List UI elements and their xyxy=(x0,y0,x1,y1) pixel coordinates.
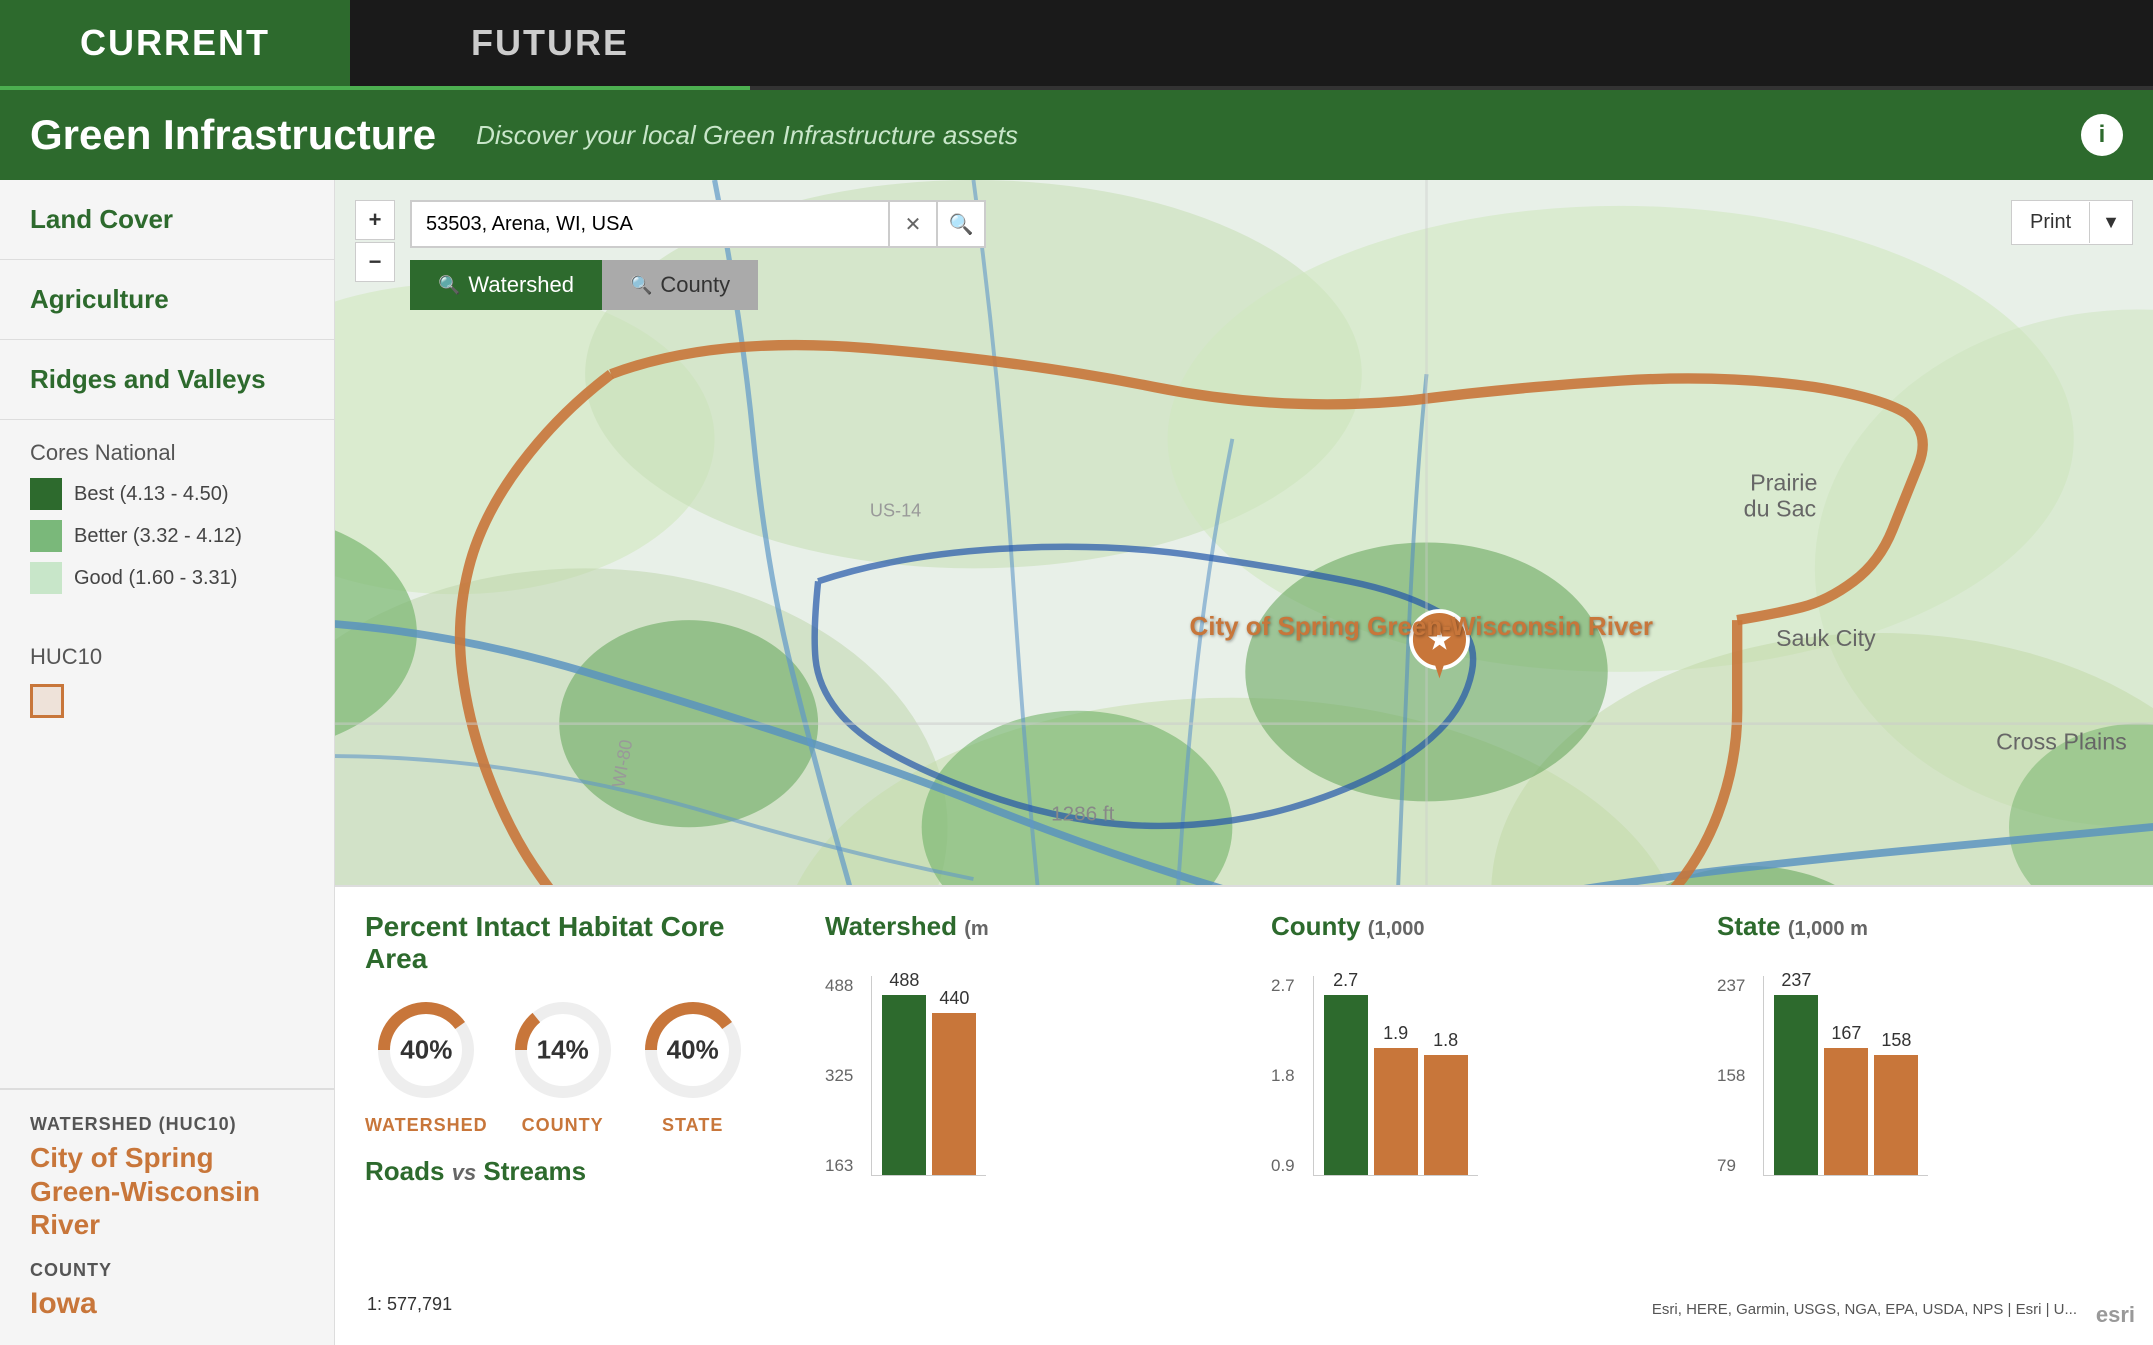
svg-text:du Sac: du Sac xyxy=(1744,496,1817,522)
state-circle: 40% STATE xyxy=(638,995,748,1136)
watershed-label: WATERSHED (HUC10) xyxy=(30,1114,304,1135)
county-circle: 14% COUNTY xyxy=(508,995,618,1136)
huc-box xyxy=(30,684,64,718)
legend: Cores National Best (4.13 - 4.50) Better… xyxy=(0,420,334,624)
roads-vs-streams-title: Roads vs Streams xyxy=(365,1156,785,1187)
map-scale: 1: 577,791 xyxy=(355,1288,464,1321)
scope-buttons: 🔍 Watershed 🔍 County xyxy=(410,260,758,310)
tab-future[interactable]: FUTURE xyxy=(350,0,750,90)
state-percent-value: 40% xyxy=(667,1035,719,1066)
state-bar-section: State (1,000 m 237 158 79 237 xyxy=(1717,911,2123,1321)
county-circle-label: COUNTY xyxy=(522,1115,604,1136)
search-bar: ✕ 🔍 xyxy=(410,200,986,248)
county-name: Iowa xyxy=(30,1287,304,1321)
watershed-circle-label: WATERSHED xyxy=(365,1115,488,1136)
watershed-bar-orange: 440 xyxy=(932,988,976,1175)
county-bar-orange2: 1.8 xyxy=(1424,1030,1468,1175)
svg-text:Cross Plains: Cross Plains xyxy=(1996,729,2127,755)
search-clear-button[interactable]: ✕ xyxy=(890,200,938,248)
tab-current[interactable]: CURRENT xyxy=(0,0,350,90)
zoom-out-button[interactable]: − xyxy=(355,242,395,282)
app-subtitle: Discover your local Green Infrastructure… xyxy=(476,120,2041,151)
huc-title: HUC10 xyxy=(30,644,304,670)
sidebar-item-land-cover[interactable]: Land Cover xyxy=(0,180,334,260)
svg-text:Prairie: Prairie xyxy=(1750,470,1817,496)
watershed-info: WATERSHED (HUC10) City of Spring Green-W… xyxy=(0,1088,334,1345)
legend-color-best xyxy=(30,478,62,510)
map-zoom-controls: + − xyxy=(355,200,395,282)
app-title: Green Infrastructure xyxy=(30,111,436,159)
legend-item-best: Best (4.13 - 4.50) xyxy=(30,478,304,510)
watershed-name: City of Spring Green-Wisconsin River xyxy=(30,1141,304,1242)
search-icon: 🔍 xyxy=(438,275,460,296)
esri-logo: esri xyxy=(2088,1299,2143,1331)
county-y-labels: 2.7 1.8 0.9 xyxy=(1271,976,1303,1176)
county-bar-section: County (1,000 2.7 1.8 0.9 2.7 xyxy=(1271,911,1677,1321)
svg-text:1286 ft: 1286 ft xyxy=(1051,803,1115,826)
county-bar-orange1: 1.9 xyxy=(1374,1023,1418,1175)
legend-color-better xyxy=(30,520,62,552)
search-input[interactable] xyxy=(410,200,890,248)
county-scope-button[interactable]: 🔍 County xyxy=(602,260,758,310)
watershed-bar-section: Watershed (m 488 325 163 488 xyxy=(825,911,1231,1321)
legend-item-good: Good (1.60 - 3.31) xyxy=(30,562,304,594)
county-label: COUNTY xyxy=(30,1260,304,1281)
sidebar-item-agriculture[interactable]: Agriculture xyxy=(0,260,334,340)
map-attribution: Esri, HERE, Garmin, USGS, NGA, EPA, USDA… xyxy=(1646,1298,2083,1321)
search-go-button[interactable]: 🔍 xyxy=(938,200,986,248)
state-bar-orange1: 167 xyxy=(1824,1023,1868,1175)
print-button[interactable]: Print ▼ xyxy=(2011,200,2133,245)
percent-intact-title: Percent Intact Habitat Core Area xyxy=(365,911,785,975)
state-bar-orange2: 158 xyxy=(1874,1030,1918,1175)
map-location-label: City of Spring Green-Wisconsin River xyxy=(1189,611,1653,642)
info-icon[interactable]: i xyxy=(2081,114,2123,156)
svg-text:US-14: US-14 xyxy=(870,501,921,521)
sidebar: Land Cover Agriculture Ridges and Valley… xyxy=(0,180,335,1345)
county-bar-green: 2.7 xyxy=(1324,970,1368,1175)
chevron-down-icon: ▼ xyxy=(2089,202,2132,243)
legend-title: Cores National xyxy=(30,440,304,466)
state-bar-green: 237 xyxy=(1774,970,1818,1175)
zoom-in-button[interactable]: + xyxy=(355,200,395,240)
legend-color-good xyxy=(30,562,62,594)
watershed-y-labels: 488 325 163 xyxy=(825,976,861,1176)
svg-text:Sauk City: Sauk City xyxy=(1776,625,1876,651)
state-circle-label: STATE xyxy=(662,1115,723,1136)
watershed-bar-green: 488 xyxy=(882,970,926,1175)
state-y-labels: 237 158 79 xyxy=(1717,976,1753,1176)
watershed-scope-button[interactable]: 🔍 Watershed xyxy=(410,260,602,310)
watershed-percent-value: 40% xyxy=(400,1035,452,1066)
app-header: Green Infrastructure Discover your local… xyxy=(0,90,2153,180)
county-percent-value: 14% xyxy=(537,1035,589,1066)
legend-item-better: Better (3.32 - 4.12) xyxy=(30,520,304,552)
search-icon-county: 🔍 xyxy=(630,275,652,296)
watershed-circle: 40% WATERSHED xyxy=(365,995,488,1136)
map[interactable]: ★ Governor Dodge State Park Barneveld Pr… xyxy=(335,180,2153,1345)
percent-intact-section: Percent Intact Habitat Core Area 40% WAT… xyxy=(365,911,785,1321)
huc-section: HUC10 xyxy=(0,624,334,738)
circles-row: 40% WATERSHED 14% COUNTY xyxy=(365,995,785,1136)
bottom-panel: Percent Intact Habitat Core Area 40% WAT… xyxy=(335,885,2153,1345)
sidebar-item-ridges-valleys[interactable]: Ridges and Valleys xyxy=(0,340,334,420)
